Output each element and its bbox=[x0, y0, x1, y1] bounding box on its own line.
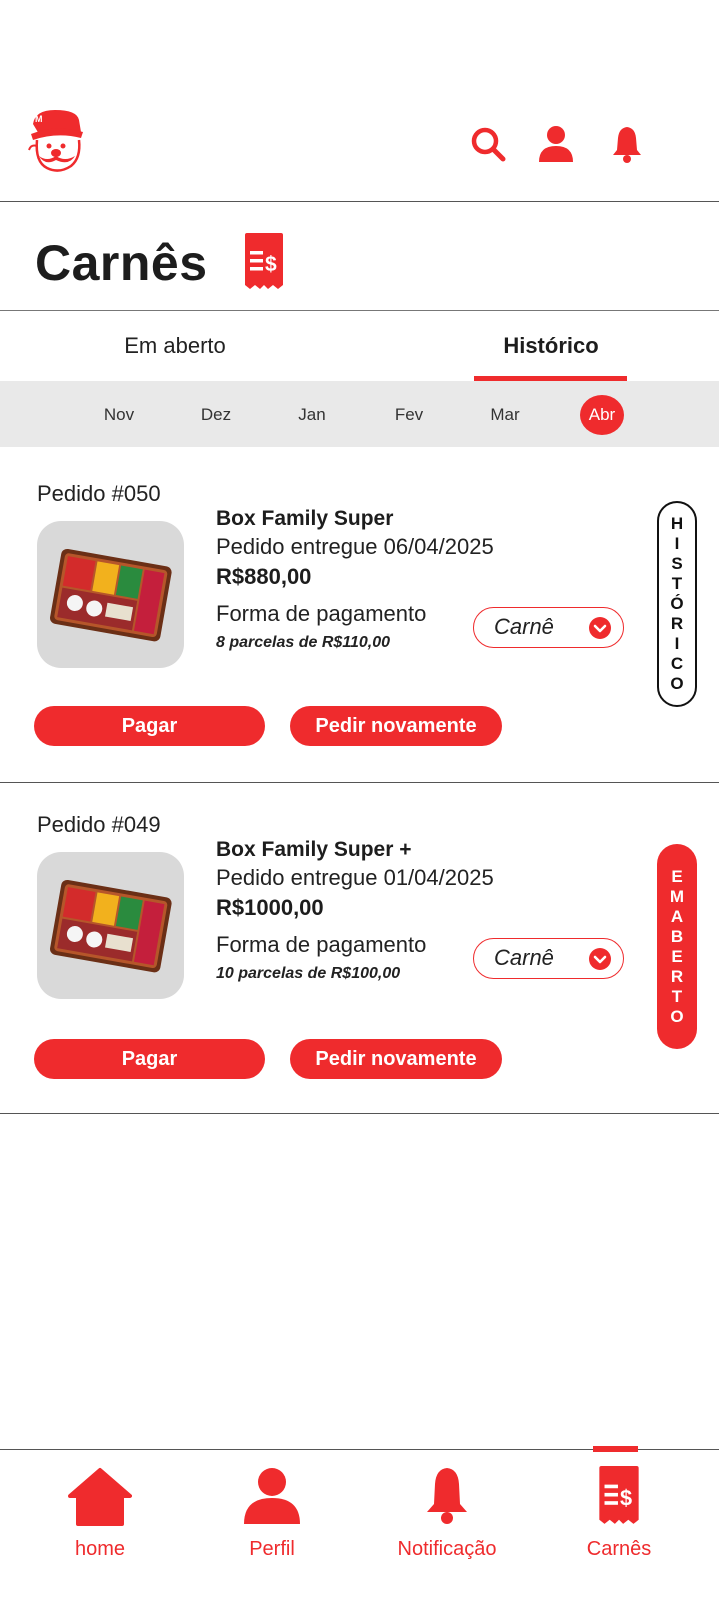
nav-label: home bbox=[74, 1538, 126, 1560]
product-image bbox=[37, 521, 184, 668]
order-price: R$1000,00 bbox=[216, 895, 324, 920]
page-title-row: Carnês $ bbox=[0, 202, 719, 311]
nav-label: Carnês bbox=[586, 1538, 652, 1560]
payment-label: Forma de pagamento bbox=[216, 601, 427, 626]
month-abr[interactable]: Abr bbox=[580, 395, 624, 435]
installments-text: 8 parcelas de R$110,00 bbox=[216, 634, 391, 651]
reorder-button[interactable]: Pedir novamente bbox=[290, 706, 502, 746]
tab-em-aberto[interactable]: Em aberto bbox=[95, 333, 255, 359]
product-image bbox=[37, 852, 184, 999]
installments-text: 10 parcelas de R$100,00 bbox=[216, 965, 401, 982]
month-dez[interactable]: Dez bbox=[194, 395, 238, 435]
bottom-navigation: home Perfil Notificação $ Carnês bbox=[0, 1446, 719, 1600]
user-icon[interactable] bbox=[536, 124, 576, 164]
pay-button[interactable]: Pagar bbox=[34, 706, 265, 746]
payment-method-select[interactable]: Carnê bbox=[473, 938, 624, 979]
app-header: M bbox=[0, 0, 719, 202]
month-selector: Nov Dez Jan Fev Mar Abr bbox=[0, 381, 719, 447]
search-icon[interactable] bbox=[468, 124, 508, 164]
payment-method-value: Carnê bbox=[494, 614, 554, 639]
tab-bar: Em aberto Histórico bbox=[0, 311, 719, 382]
nav-item-carnes[interactable]: $ Carnês bbox=[544, 1450, 694, 1600]
order-card: Pedido #050 Box Family Super Pedido entr… bbox=[0, 447, 719, 783]
order-status: Pedido entregue 06/04/2025 bbox=[216, 534, 494, 559]
pay-button[interactable]: Pagar bbox=[34, 1039, 265, 1079]
svg-text:M: M bbox=[35, 114, 43, 124]
tab-historico[interactable]: Histórico bbox=[475, 333, 627, 359]
order-status: Pedido entregue 01/04/2025 bbox=[216, 865, 494, 890]
home-icon bbox=[68, 1466, 132, 1531]
status-badge-historico: H I S T Ó R I C O bbox=[657, 501, 697, 707]
month-fev[interactable]: Fev bbox=[387, 395, 431, 435]
svg-text:$: $ bbox=[265, 253, 277, 276]
chevron-down-icon bbox=[589, 617, 611, 639]
order-number: Pedido #050 bbox=[37, 481, 161, 506]
payment-method-value: Carnê bbox=[494, 945, 554, 970]
product-name: Box Family Super + bbox=[216, 838, 412, 861]
status-badge-em-aberto: E M A B E R T O bbox=[657, 844, 697, 1049]
receipt-dollar-icon: $ bbox=[241, 233, 287, 291]
month-jan[interactable]: Jan bbox=[290, 395, 334, 435]
bell-icon[interactable] bbox=[607, 124, 647, 164]
nav-item-home[interactable]: home bbox=[25, 1450, 175, 1600]
page-title: Carnês bbox=[35, 235, 208, 291]
svg-text:$: $ bbox=[620, 1485, 632, 1510]
order-price: R$880,00 bbox=[216, 564, 312, 589]
order-card: Pedido #049 Box Family Super + Pedido en… bbox=[0, 783, 719, 1114]
mascot-logo-icon[interactable]: M bbox=[25, 106, 87, 176]
month-nov[interactable]: Nov bbox=[97, 395, 141, 435]
chevron-down-icon bbox=[589, 948, 611, 970]
nav-item-perfil[interactable]: Perfil bbox=[197, 1450, 347, 1600]
user-icon bbox=[242, 1466, 302, 1531]
order-number: Pedido #049 bbox=[37, 812, 161, 837]
reorder-button[interactable]: Pedir novamente bbox=[290, 1039, 502, 1079]
bell-icon bbox=[422, 1466, 472, 1531]
nav-item-notificacao[interactable]: Notificação bbox=[372, 1450, 522, 1600]
payment-method-select[interactable]: Carnê bbox=[473, 607, 624, 648]
product-name: Box Family Super bbox=[216, 507, 394, 530]
nav-label: Notificação bbox=[397, 1538, 497, 1560]
receipt-dollar-icon: $ bbox=[595, 1466, 643, 1531]
month-mar[interactable]: Mar bbox=[483, 395, 527, 435]
payment-label: Forma de pagamento bbox=[216, 932, 427, 957]
nav-label: Perfil bbox=[249, 1538, 295, 1560]
